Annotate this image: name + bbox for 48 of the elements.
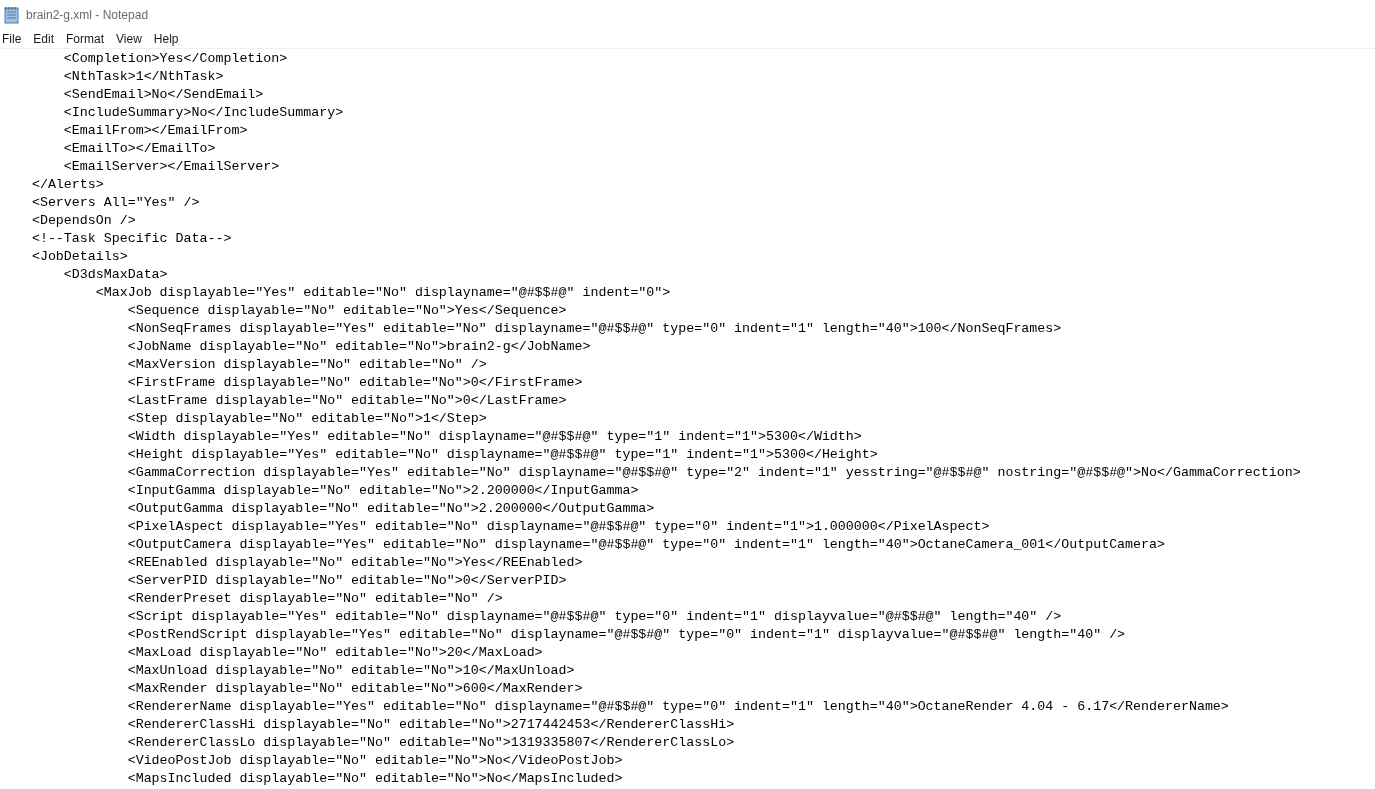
text-line: <Height displayable="Yes" editable="No" displayname="@#$$#@" type="1" indent="1">5300</Height> — [126, 446, 878, 464]
menu-item[interactable]: Help — [147, 30, 185, 48]
menu-item[interactable]: Format — [60, 30, 111, 48]
text-line: <D3dsMaxData> — [62, 266, 168, 284]
text-line: <LastFrame displayable="No" editable="No">0</LastFrame> — [126, 392, 567, 410]
text-line: <OutputGamma displayable="No" editable="No">2.200000</OutputGamma> — [126, 500, 655, 518]
text-line: <JobDetails> — [30, 248, 128, 266]
text-line: <EmailServer></EmailServer> — [62, 158, 280, 176]
text-line: <Servers All="Yes" /> — [30, 194, 200, 212]
text-line: <ServerPID displayable="No" editable="No">0</ServerPID> — [126, 572, 567, 590]
text-line: <MaxLoad displayable="No" editable="No">20</MaxLoad> — [126, 644, 543, 662]
text-line: <OutputCamera displayable="Yes" editable="No" displayname="@#$$#@" type="0" indent="1" length="40">OctaneCamera_001</OutputCamera> — [126, 536, 1165, 554]
text-line: <MaxRender displayable="No" editable="No">600</MaxRender> — [126, 680, 583, 698]
text-line: <PixelAspect displayable="Yes" editable="No" displayname="@#$$#@" type="0" indent="1">1.000000</PixelAspect> — [126, 518, 990, 536]
text-line: <REEnabled displayable="No" editable="No">Yes</REEnabled> — [126, 554, 583, 572]
text-line: <DependsOn /> — [30, 212, 136, 230]
text-line: <MapsIncluded displayable="No" editable="No">No</MapsIncluded> — [126, 770, 623, 788]
menu-item[interactable]: View — [110, 30, 148, 48]
text-line: <GammaCorrection displayable="Yes" editable="No" displayname="@#$$#@" type="2" indent="1" yesstring="@#$$#@" nostring="@#$$#@">No</GammaCorrection> — [126, 464, 1301, 482]
text-line: <MaxUnload displayable="No" editable="No">10</MaxUnload> — [126, 662, 575, 680]
text-line: <SendEmail>No</SendEmail> — [62, 86, 264, 104]
menu-item[interactable]: Edit — [27, 30, 61, 48]
text-line: <RendererClassLo displayable="No" editable="No">1319335807</RendererClassLo> — [126, 734, 735, 752]
text-line: <Step displayable="No" editable="No">1</Step> — [126, 410, 487, 428]
text-line: <Sequence displayable="No" editable="No">Yes</Sequence> — [126, 302, 567, 320]
text-line: <EmailFrom></EmailFrom> — [62, 122, 248, 140]
text-line: <JobName displayable="No" editable="No">brain2-g</JobName> — [126, 338, 591, 356]
text-line: <Script displayable="Yes" editable="No" displayname="@#$$#@" type="0" indent="1" displayvalue="@#$$#@" length="40" /> — [126, 608, 1062, 626]
notepad-icon — [4, 6, 20, 24]
text-line: <RendererClassHi displayable="No" editable="No">2717442453</RendererClassHi> — [126, 716, 735, 734]
text-line: <MaxJob displayable="Yes" editable="No" displayname="@#$$#@" indent="0"> — [94, 284, 671, 302]
menu-item[interactable]: File — [0, 30, 28, 48]
text-line: <NonSeqFrames displayable="Yes" editable="No" displayname="@#$$#@" type="0" indent="1" length="40">100</NonSeqFrames> — [126, 320, 1062, 338]
text-line: <FirstFrame displayable="No" editable="No">0</FirstFrame> — [126, 374, 583, 392]
text-line: <Width displayable="Yes" editable="No" displayname="@#$$#@" type="1" indent="1">5300</Width> — [126, 428, 862, 446]
text-line: <InputGamma displayable="No" editable="No">2.200000</InputGamma> — [126, 482, 639, 500]
text-line: <VideoPostJob displayable="No" editable="No">No</VideoPostJob> — [126, 752, 623, 770]
text-line: <Completion>Yes</Completion> — [62, 50, 288, 68]
text-line: <!--Task Specific Data--> — [30, 230, 232, 248]
text-line: <NthTask>1</NthTask> — [62, 68, 224, 86]
text-line: <RendererName displayable="Yes" editable="No" displayname="@#$$#@" type="0" indent="1" length="40">OctaneRender 4.04 - 6.17</RendererName> — [126, 698, 1229, 716]
window-title: brain2-g.xml - Notepad — [26, 7, 149, 24]
text-line: <PostRendScript displayable="Yes" editable="No" displayname="@#$$#@" type="0" indent="1" displayvalue="@#$$#@" length="40" /> — [126, 626, 1126, 644]
text-line: <MaxVersion displayable="No" editable="No" /> — [126, 356, 487, 374]
text-line: <RenderPreset displayable="No" editable="No" /> — [126, 590, 503, 608]
text-line: <IncludeSummary>No</IncludeSummary> — [62, 104, 344, 122]
text-line: </Alerts> — [30, 176, 104, 194]
text-line: <EmailTo></EmailTo> — [62, 140, 216, 158]
